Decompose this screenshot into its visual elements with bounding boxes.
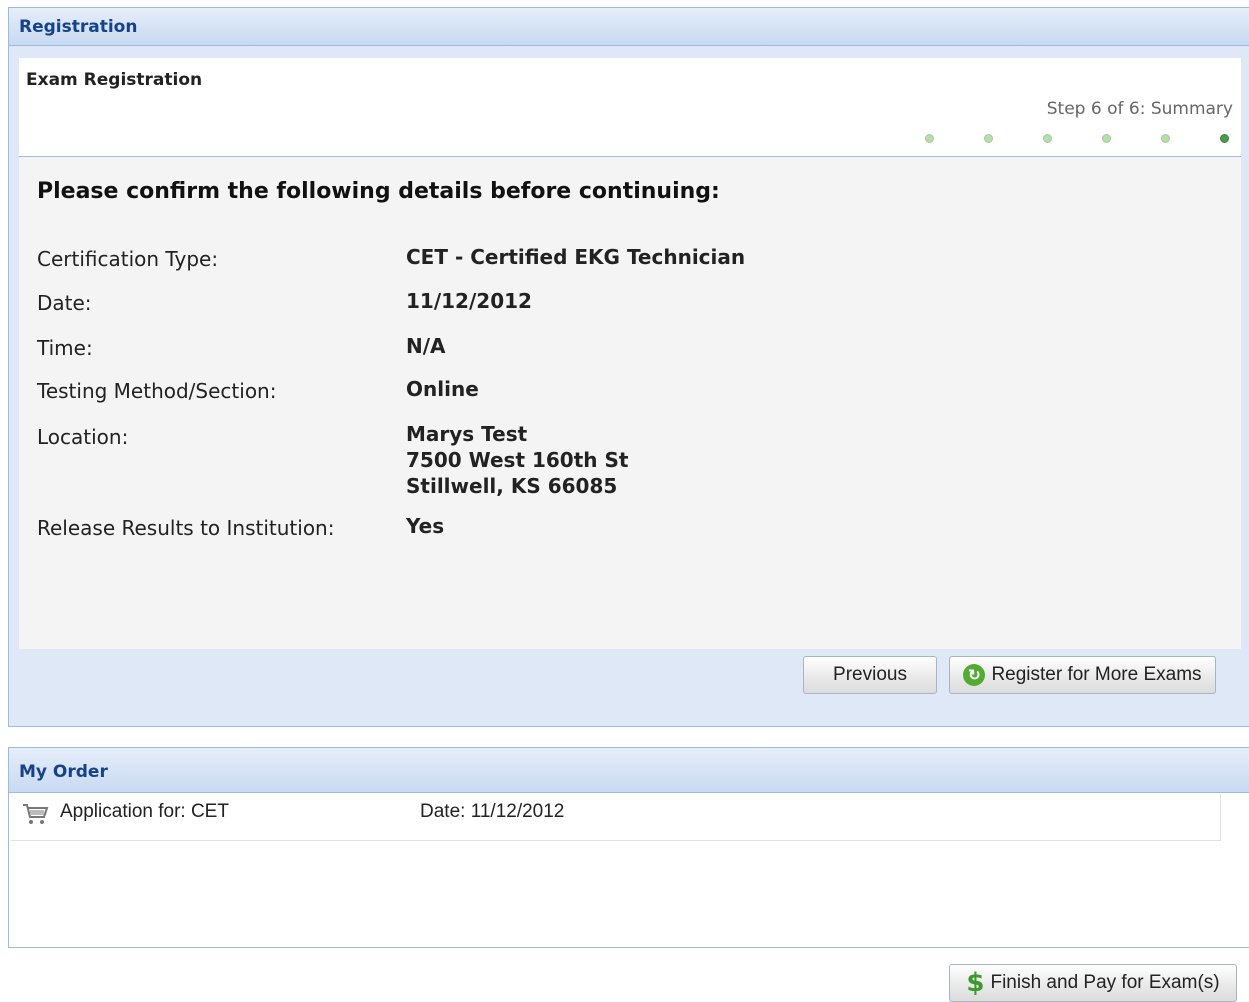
registration-panel: Registration Exam Registration Step 6 of…	[8, 7, 1249, 727]
step-dot-4	[1102, 134, 1111, 143]
step-dot-6-active	[1220, 134, 1229, 143]
refresh-icon: ↻	[963, 664, 986, 686]
time-value: N/A	[406, 334, 446, 358]
step-dot-3	[1043, 134, 1052, 143]
finish-and-pay-button[interactable]: $ Finish and Pay for Exam(s)	[949, 964, 1237, 1002]
wizard-header: Exam Registration Step 6 of 6: Summary	[19, 58, 1241, 157]
confirm-heading: Please confirm the following details bef…	[37, 179, 720, 204]
list-item[interactable]: Application for: CET Date: 11/12/2012	[11, 794, 1220, 824]
previous-button[interactable]: Previous	[803, 656, 937, 694]
location-label: Location:	[37, 425, 129, 449]
location-name: Marys Test	[406, 422, 528, 446]
date-value: 11/12/2012	[406, 289, 532, 313]
dollar-icon: $	[966, 968, 985, 998]
step-progress-dots	[925, 134, 1229, 143]
cart-icon	[23, 804, 49, 824]
my-order-panel: My Order Application for: CET Date: 11/1…	[8, 747, 1249, 948]
step-dot-1	[925, 134, 934, 143]
summary-body: Please confirm the following details bef…	[19, 157, 1241, 649]
order-application: Application for: CET	[60, 801, 229, 822]
certification-type-label: Certification Type:	[37, 247, 219, 271]
location-street: 7500 West 160th St	[406, 448, 629, 472]
time-label: Time:	[37, 336, 93, 360]
date-label: Date:	[37, 291, 92, 315]
my-order-title: My Order	[9, 748, 1249, 793]
release-results-label: Release Results to Institution:	[37, 516, 335, 540]
wizard-title: Exam Registration	[26, 70, 203, 90]
previous-button-label: Previous	[833, 664, 907, 685]
location-value: Marys Test 7500 West 160th St Stillwell,…	[406, 421, 628, 499]
certification-type-value: CET - Certified EKG Technician	[406, 245, 746, 269]
testing-method-value: Online	[406, 377, 479, 401]
order-list: Application for: CET Date: 11/12/2012	[11, 794, 1221, 841]
location-city: Stillwell, KS 66085	[406, 474, 618, 498]
finish-and-pay-label: Finish and Pay for Exam(s)	[990, 972, 1220, 993]
registration-panel-title: Registration	[9, 8, 1249, 46]
release-results-value: Yes	[406, 514, 445, 538]
step-dot-2	[984, 134, 993, 143]
register-more-exams-button[interactable]: ↻ Register for More Exams	[949, 656, 1216, 694]
testing-method-label: Testing Method/Section:	[37, 379, 277, 403]
register-more-exams-label: Register for More Exams	[991, 664, 1202, 685]
step-dot-5	[1161, 134, 1170, 143]
step-indicator-label: Step 6 of 6: Summary	[1046, 99, 1233, 119]
order-date: Date: 11/12/2012	[420, 801, 565, 822]
